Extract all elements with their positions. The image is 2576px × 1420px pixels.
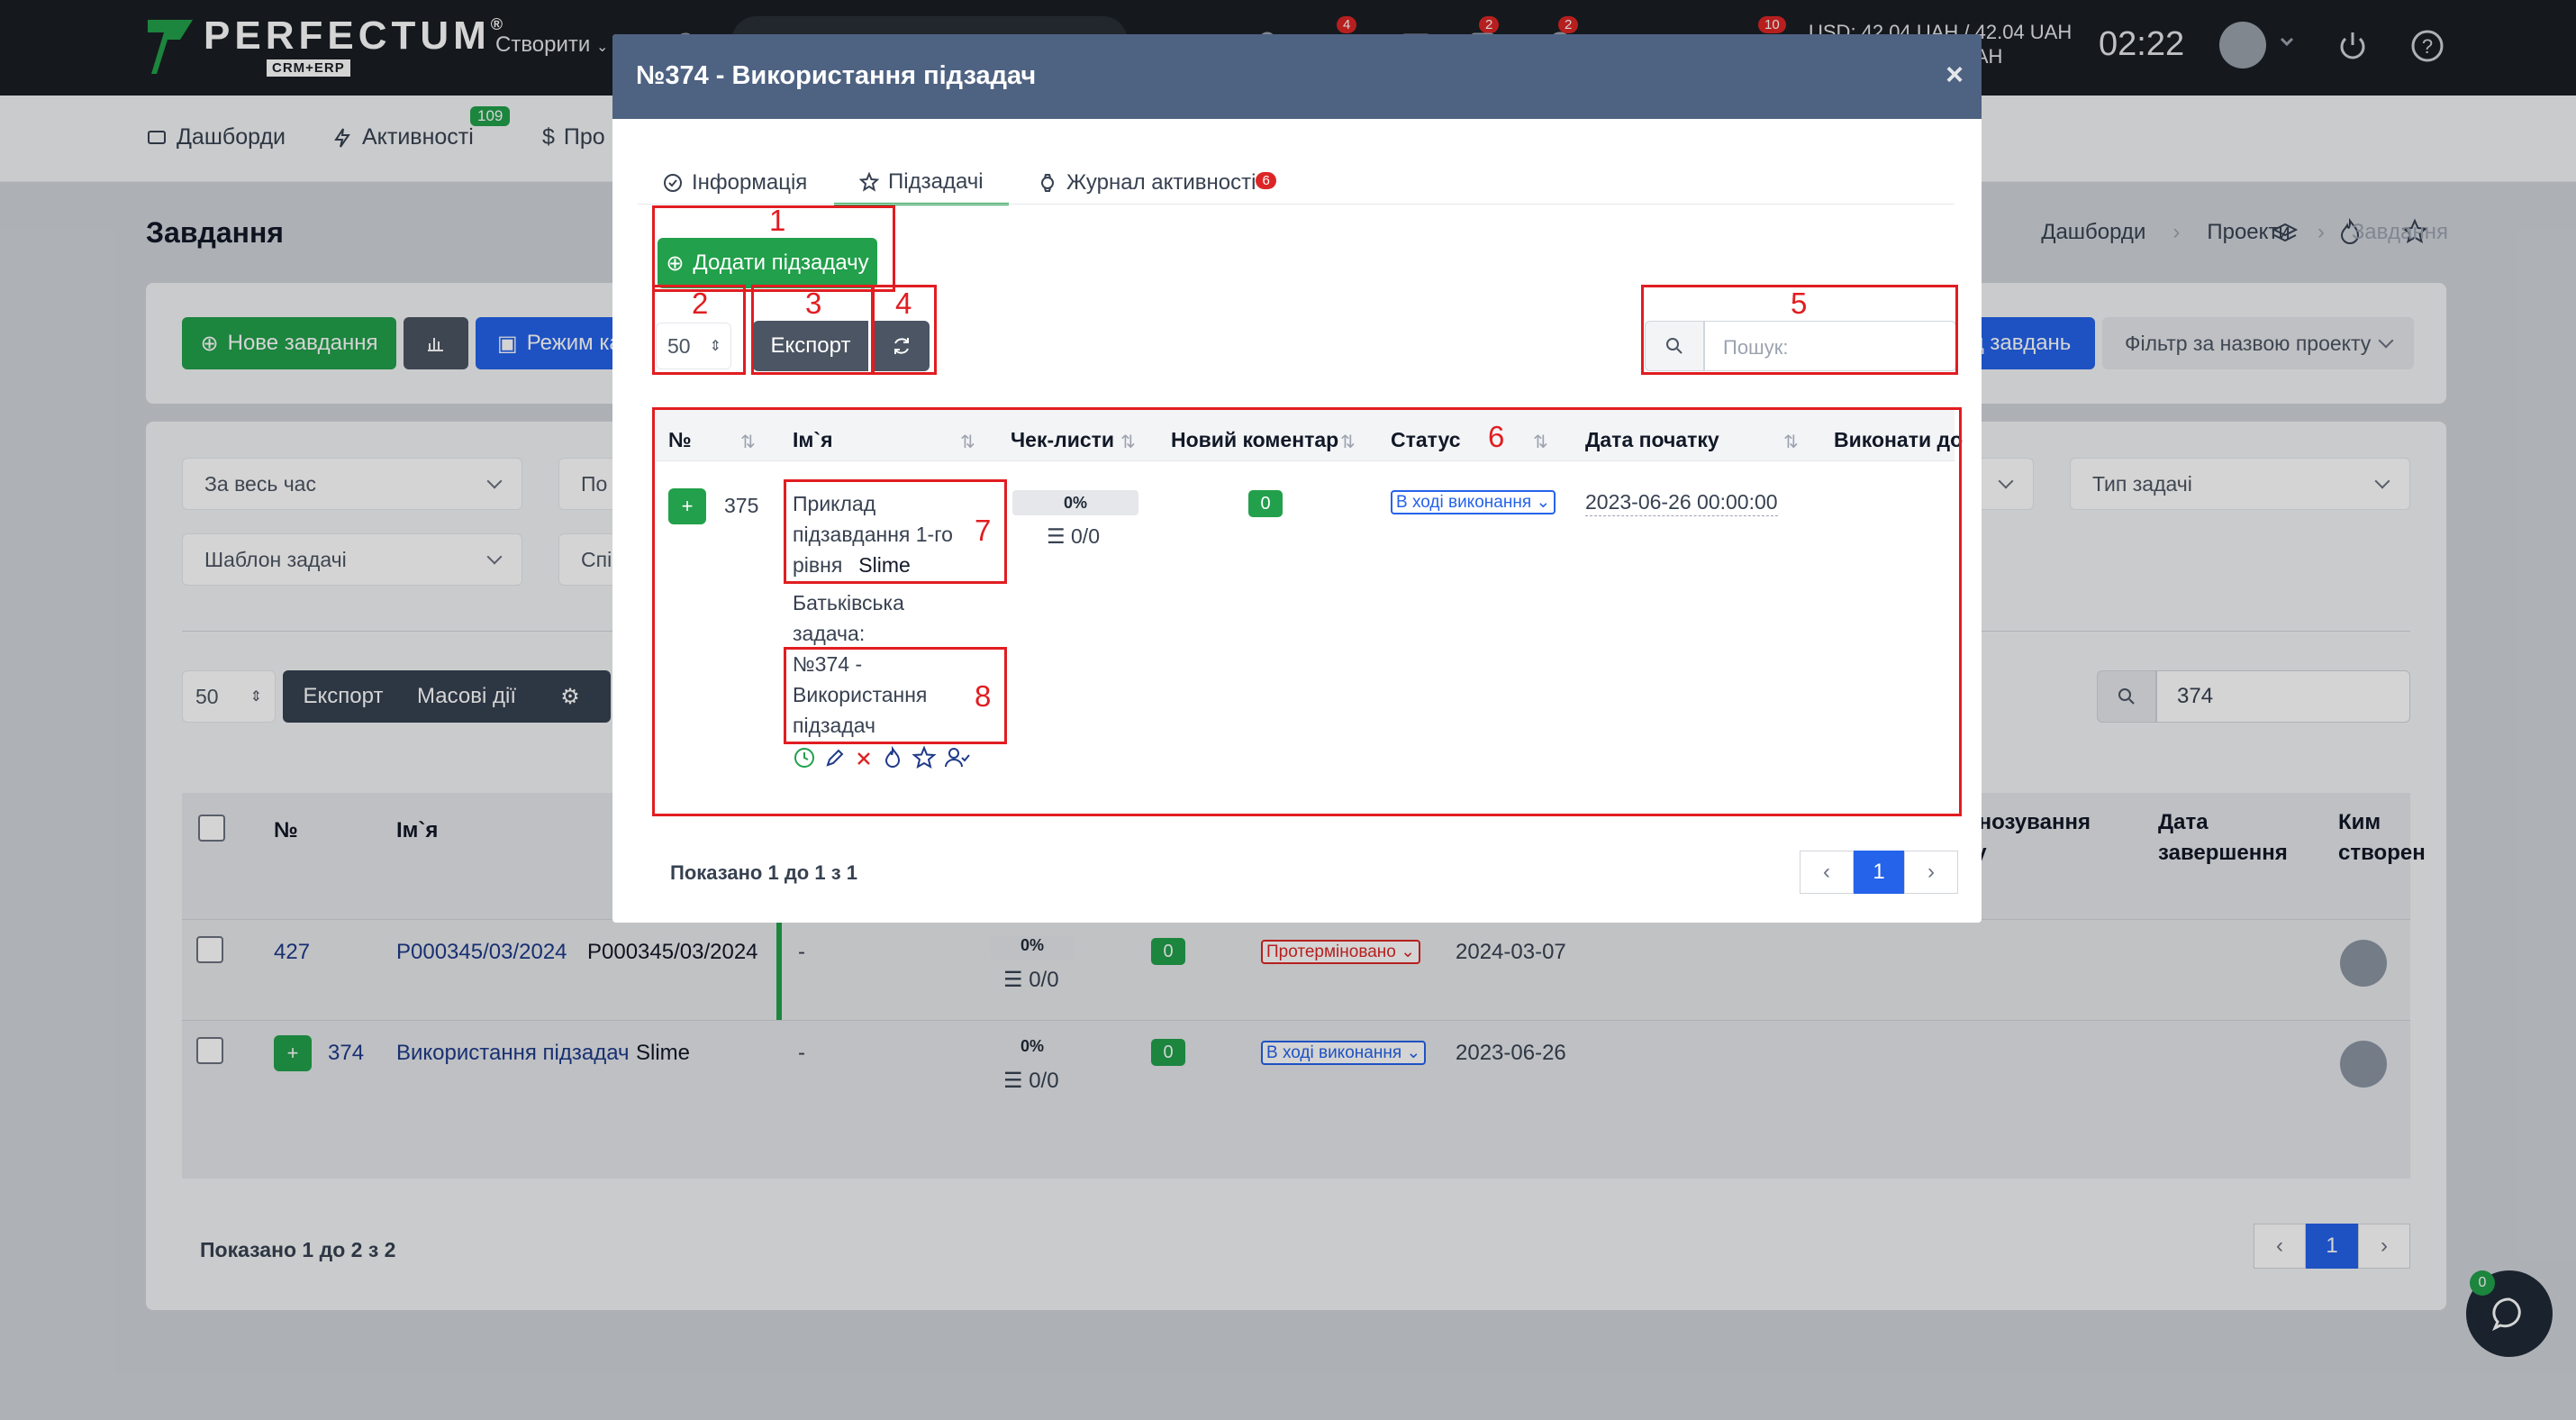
annotation-number: 5: [1791, 287, 1808, 320]
close-icon[interactable]: ×: [1946, 58, 1964, 93]
next-page-button[interactable]: ›: [1904, 851, 1958, 894]
annotation-number: 1: [769, 204, 786, 237]
check-circle-icon: [664, 174, 682, 192]
annotation-number: 6: [1488, 420, 1505, 453]
tab-info-label: Інформація: [692, 170, 808, 195]
annotation-number: 4: [895, 287, 912, 320]
annotation-number: 8: [975, 679, 992, 713]
tab-journal[interactable]: Журнал активності 6: [1038, 160, 1276, 205]
journal-badge: 6: [1256, 171, 1276, 189]
annotation-number: 7: [975, 514, 992, 547]
watch-icon: [1041, 174, 1054, 192]
tab-info[interactable]: Інформація: [663, 160, 807, 205]
modal-pagination: ‹ 1 ›: [1800, 851, 1958, 894]
tab-journal-label: Журнал активності: [1066, 170, 1256, 195]
prev-page-button[interactable]: ‹: [1800, 851, 1854, 894]
tabs-divider: [638, 204, 1955, 205]
modal-title: №374 - Використання підзадач: [636, 61, 1037, 90]
page-button[interactable]: 1: [1854, 851, 1904, 894]
modal-header: №374 - Використання підзадач ×: [612, 34, 1982, 119]
subtasks-modal: №374 - Використання підзадач × Інформаці…: [612, 34, 1982, 923]
tab-subtasks[interactable]: Підзадачі: [834, 160, 1009, 205]
star-icon: [859, 171, 879, 192]
annotation-number: 2: [692, 287, 709, 320]
annotation-number: 3: [805, 287, 822, 320]
tab-subtasks-label: Підзадачі: [888, 168, 984, 194]
annotation-box-6: [652, 407, 1962, 816]
modal-shown-count: Показано 1 до 1 з 1: [670, 861, 857, 884]
annotation-box-8: [784, 647, 1007, 744]
annotation-box-7: [784, 479, 1007, 584]
